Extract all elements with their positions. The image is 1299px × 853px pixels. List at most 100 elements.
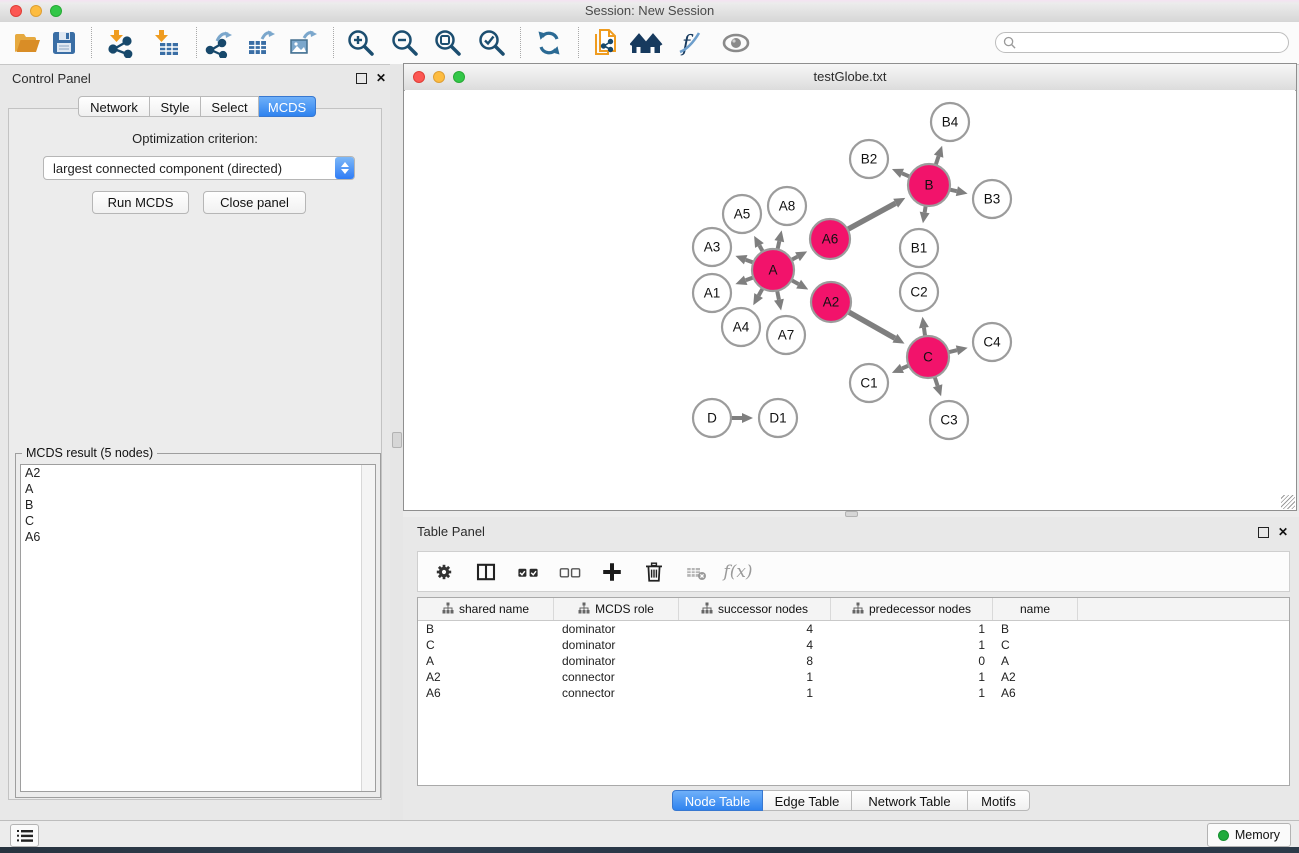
zoom-out-icon[interactable] bbox=[388, 26, 422, 60]
table-tab-network-table[interactable]: Network Table bbox=[852, 790, 968, 811]
cell-successor-nodes[interactable]: 1 bbox=[679, 669, 831, 685]
column-header-successor-nodes[interactable]: successor nodes bbox=[679, 598, 831, 620]
tab-network[interactable]: Network bbox=[78, 96, 150, 117]
memory-button[interactable]: Memory bbox=[1207, 823, 1291, 847]
result-item[interactable]: A bbox=[21, 481, 375, 497]
edge-A2-C[interactable] bbox=[847, 311, 895, 338]
cell-predecessor-nodes[interactable]: 1 bbox=[831, 685, 993, 701]
cell-shared-name[interactable]: A6 bbox=[418, 685, 554, 701]
tab-mcds[interactable]: MCDS bbox=[259, 96, 316, 117]
result-list-scrollbar[interactable] bbox=[361, 465, 375, 791]
import-table-icon[interactable] bbox=[149, 26, 183, 60]
cell-name[interactable]: A2 bbox=[993, 669, 1078, 685]
cell-shared-name[interactable]: A bbox=[418, 653, 554, 669]
criterion-dropdown[interactable]: largest connected component (directed) bbox=[43, 156, 355, 180]
cell-shared-name[interactable]: B bbox=[418, 621, 554, 637]
cell-mcds-role[interactable]: dominator bbox=[554, 621, 679, 637]
float-panel-icon[interactable] bbox=[356, 73, 367, 84]
zoom-selected-icon[interactable] bbox=[475, 26, 509, 60]
result-item[interactable]: C bbox=[21, 513, 375, 529]
cell-mcds-role[interactable]: connector bbox=[554, 685, 679, 701]
cell-predecessor-nodes[interactable]: 1 bbox=[831, 669, 993, 685]
tab-style[interactable]: Style bbox=[150, 96, 201, 117]
cell-shared-name[interactable]: A2 bbox=[418, 669, 554, 685]
delete-icon[interactable] bbox=[640, 558, 668, 586]
table-row[interactable]: A2connector11A2 bbox=[418, 669, 1289, 685]
network-graph[interactable]: B4B2BB3A8A5A6A3B1AC2A1A2A4A7C4CC1DD1C3 bbox=[405, 90, 1295, 510]
table-tab-edge-table[interactable]: Edge Table bbox=[763, 790, 852, 811]
column-header-mcds-role[interactable]: MCDS role bbox=[554, 598, 679, 620]
column-header-name[interactable]: name bbox=[993, 598, 1078, 620]
table-tab-node-table[interactable]: Node Table bbox=[672, 790, 763, 811]
deselect-all-icon[interactable] bbox=[556, 558, 584, 586]
table-tab-motifs[interactable]: Motifs bbox=[968, 790, 1030, 811]
toolbar-separator bbox=[196, 27, 197, 58]
resize-grip[interactable] bbox=[1281, 495, 1295, 509]
import-network-icon[interactable] bbox=[103, 26, 137, 60]
cell-predecessor-nodes[interactable]: 1 bbox=[831, 621, 993, 637]
tab-select[interactable]: Select bbox=[201, 96, 259, 117]
search-input[interactable] bbox=[1016, 34, 1288, 52]
node-label-B: B bbox=[924, 178, 933, 193]
task-history-button[interactable] bbox=[10, 824, 39, 847]
refresh-icon[interactable] bbox=[532, 26, 566, 60]
cell-name[interactable]: A6 bbox=[993, 685, 1078, 701]
column-header-shared-name[interactable]: shared name bbox=[418, 598, 554, 620]
cell-successor-nodes[interactable]: 8 bbox=[679, 653, 831, 669]
document-network-icon[interactable] bbox=[588, 26, 622, 60]
table-row[interactable]: Bdominator41B bbox=[418, 621, 1289, 637]
network-canvas[interactable]: B4B2BB3A8A5A6A3B1AC2A1A2A4A7C4CC1DD1C3 bbox=[405, 90, 1295, 510]
cell-predecessor-nodes[interactable]: 0 bbox=[831, 653, 993, 669]
cell-successor-nodes[interactable]: 1 bbox=[679, 685, 831, 701]
result-item[interactable]: A2 bbox=[21, 465, 375, 481]
vertical-splitter[interactable] bbox=[390, 64, 403, 820]
run-mcds-button[interactable]: Run MCDS bbox=[92, 191, 189, 214]
close-table-panel-icon[interactable]: ✕ bbox=[1278, 527, 1288, 538]
open-session-icon[interactable] bbox=[10, 26, 44, 60]
table-row[interactable]: A6connector11A6 bbox=[418, 685, 1289, 701]
cell-predecessor-nodes[interactable]: 1 bbox=[831, 637, 993, 653]
table-row[interactable]: Adominator80A bbox=[418, 653, 1289, 669]
result-item[interactable]: A6 bbox=[21, 529, 375, 545]
splitter-handle[interactable] bbox=[845, 511, 858, 517]
cell-mcds-role[interactable]: dominator bbox=[554, 637, 679, 653]
close-panel-icon[interactable]: ✕ bbox=[376, 73, 386, 84]
gear-icon[interactable] bbox=[430, 558, 458, 586]
home-icon[interactable] bbox=[630, 26, 664, 60]
cell-successor-nodes[interactable]: 4 bbox=[679, 637, 831, 653]
edge-A6-B[interactable] bbox=[846, 203, 896, 230]
horizontal-splitter[interactable] bbox=[403, 511, 1299, 517]
delete-table-icon[interactable] bbox=[682, 558, 710, 586]
cell-name[interactable]: C bbox=[993, 637, 1078, 653]
application-window: Session: New Session bbox=[0, 0, 1299, 853]
float-table-panel-icon[interactable] bbox=[1258, 527, 1269, 538]
zoom-fit-icon[interactable] bbox=[431, 26, 465, 60]
cell-name[interactable]: B bbox=[993, 621, 1078, 637]
save-session-icon[interactable] bbox=[47, 26, 81, 60]
eye-icon[interactable] bbox=[719, 26, 753, 60]
search-field[interactable] bbox=[995, 32, 1289, 53]
cell-name[interactable]: A bbox=[993, 653, 1078, 669]
mcds-result-list[interactable]: A2ABCA6 bbox=[20, 464, 376, 792]
function-slash-icon[interactable]: f bbox=[673, 26, 707, 60]
table-row[interactable]: Cdominator41C bbox=[418, 637, 1289, 653]
cell-mcds-role[interactable]: dominator bbox=[554, 653, 679, 669]
cell-successor-nodes[interactable]: 4 bbox=[679, 621, 831, 637]
split-table-icon[interactable] bbox=[472, 558, 500, 586]
export-network-icon[interactable] bbox=[202, 26, 236, 60]
function-builder-icon[interactable]: f(x) bbox=[724, 558, 752, 586]
column-header-predecessor-nodes[interactable]: predecessor nodes bbox=[831, 598, 993, 620]
zoom-in-icon[interactable] bbox=[344, 26, 378, 60]
add-column-icon[interactable] bbox=[598, 558, 626, 586]
cell-mcds-role[interactable]: connector bbox=[554, 669, 679, 685]
export-table-icon[interactable] bbox=[244, 26, 278, 60]
node-table[interactable]: shared nameMCDS rolesuccessor nodesprede… bbox=[417, 597, 1290, 786]
cell-shared-name[interactable]: C bbox=[418, 637, 554, 653]
close-panel-button[interactable]: Close panel bbox=[203, 191, 306, 214]
export-image-icon[interactable] bbox=[286, 26, 320, 60]
node-label-C3: C3 bbox=[940, 413, 957, 428]
result-item[interactable]: B bbox=[21, 497, 375, 513]
splitter-handle[interactable] bbox=[392, 432, 402, 448]
session-title: Session: New Session bbox=[0, 3, 1299, 18]
select-all-icon[interactable] bbox=[514, 558, 542, 586]
